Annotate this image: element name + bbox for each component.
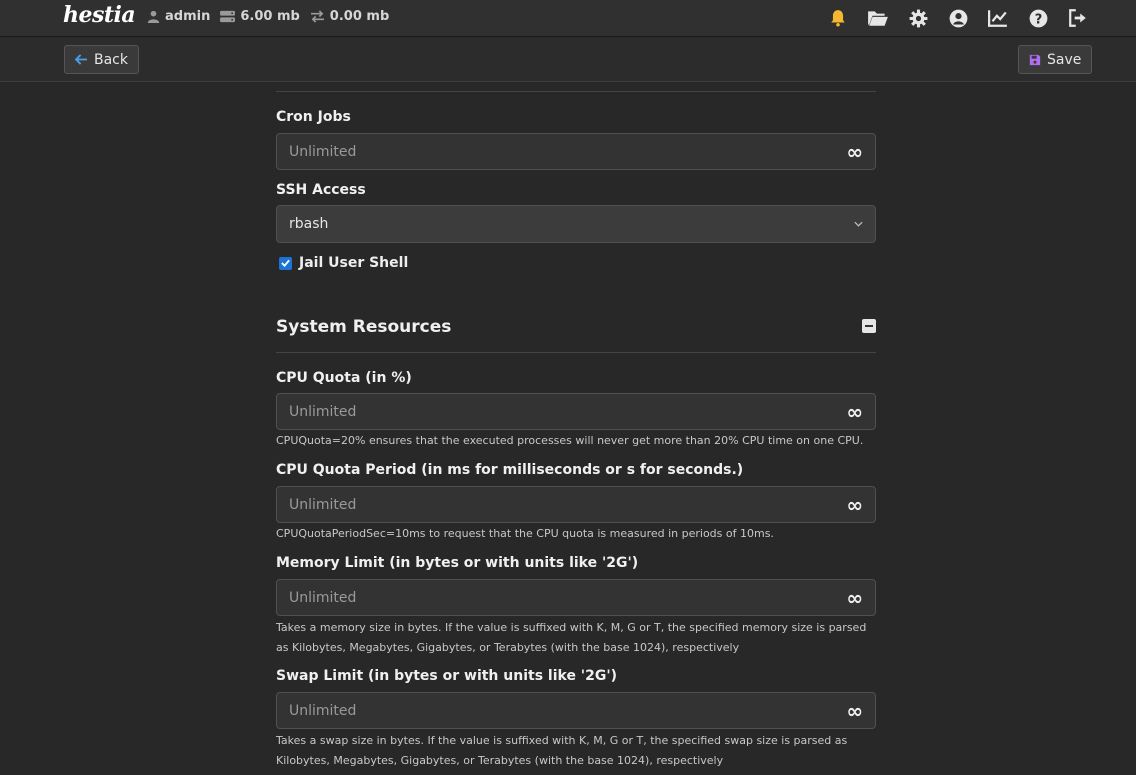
cpu-quota-help: CPUQuota=20% ensures that the executed p… xyxy=(276,434,864,447)
infinity-icon[interactable]: ∞ xyxy=(846,142,863,162)
system-resources-title: System Resources xyxy=(276,317,452,337)
infinity-icon[interactable]: ∞ xyxy=(846,701,863,721)
check-icon xyxy=(281,259,290,267)
save-button[interactable]: Save xyxy=(1018,45,1093,74)
account-stats: admin 6.00 mb 0.00 mb xyxy=(147,9,399,24)
cron-jobs-label: Cron Jobs xyxy=(276,109,351,125)
section-divider xyxy=(276,352,876,353)
ssh-access-value: rbash xyxy=(289,216,329,232)
cpu-quota-placeholder: Unlimited xyxy=(289,403,357,420)
memory-limit-input[interactable]: Unlimited ∞ xyxy=(276,579,876,616)
bell-icon[interactable] xyxy=(827,7,849,29)
svg-text:?: ? xyxy=(1034,12,1042,27)
swap-limit-label: Swap Limit (in bytes or with units like … xyxy=(276,668,618,684)
cpu-quota-period-placeholder: Unlimited xyxy=(289,496,357,513)
infinity-icon[interactable]: ∞ xyxy=(846,588,863,608)
cpu-quota-input[interactable]: Unlimited ∞ xyxy=(276,393,876,430)
user-stat[interactable]: admin xyxy=(147,9,210,24)
cpu-quota-label: CPU Quota (in %) xyxy=(276,370,412,386)
memory-limit-help: Takes a memory size in bytes. If the val… xyxy=(276,621,867,654)
jail-shell-checkbox[interactable] xyxy=(279,256,292,270)
bandwidth-stat: 0.00 mb xyxy=(310,9,389,24)
floppy-disk-icon xyxy=(1029,54,1041,65)
cpu-quota-period-label: CPU Quota Period (in ms for milliseconds… xyxy=(276,462,744,478)
ssh-access-label: SSH Access xyxy=(276,182,366,198)
memory-limit-label: Memory Limit (in bytes or with units lik… xyxy=(276,555,639,571)
action-bar: Back Save xyxy=(0,38,1136,82)
collapse-section-button[interactable] xyxy=(862,319,876,333)
infinity-icon[interactable]: ∞ xyxy=(846,402,863,422)
username: admin xyxy=(165,9,211,24)
memory-limit-placeholder: Unlimited xyxy=(289,589,357,606)
back-label: Back xyxy=(94,51,128,68)
cron-jobs-input[interactable]: Unlimited ∞ xyxy=(276,133,876,170)
user-circle-icon[interactable] xyxy=(947,7,969,29)
cpu-quota-period-help: CPUQuotaPeriodSec=10ms to request that t… xyxy=(276,527,774,540)
transfer-icon xyxy=(310,10,324,23)
back-button[interactable]: Back xyxy=(64,45,139,74)
bandwidth-usage: 0.00 mb xyxy=(329,9,390,24)
disk-stat: 6.00 mb xyxy=(220,9,300,24)
top-navbar: hestia admin 6.00 mb 0.00 mb ? xyxy=(0,0,1136,37)
user-icon xyxy=(147,10,160,23)
gear-icon[interactable] xyxy=(907,7,929,29)
save-label: Save xyxy=(1047,51,1082,68)
swap-limit-input[interactable]: Unlimited ∞ xyxy=(276,692,876,729)
hdd-icon xyxy=(220,10,236,23)
infinity-icon[interactable]: ∞ xyxy=(846,495,863,515)
cpu-quota-period-input[interactable]: Unlimited ∞ xyxy=(276,486,876,523)
top-icons: ? xyxy=(827,7,1089,29)
chart-line-icon[interactable] xyxy=(987,7,1009,29)
logout-icon[interactable] xyxy=(1067,7,1089,29)
hestia-logo[interactable]: hestia xyxy=(63,2,136,28)
chevron-down-icon xyxy=(854,221,863,227)
disk-usage: 6.00 mb xyxy=(240,9,300,24)
arrow-left-icon xyxy=(75,54,87,65)
ssh-access-select[interactable]: rbash xyxy=(276,205,876,243)
question-circle-icon[interactable]: ? xyxy=(1027,7,1049,29)
folder-open-icon[interactable] xyxy=(867,7,889,29)
swap-limit-placeholder: Unlimited xyxy=(289,702,357,719)
section-divider xyxy=(276,91,876,92)
jail-shell-row: Jail User Shell xyxy=(279,255,408,271)
jail-shell-label: Jail User Shell xyxy=(299,255,409,271)
cron-jobs-placeholder: Unlimited xyxy=(289,143,357,160)
swap-limit-help: Takes a swap size in bytes. If the value… xyxy=(276,734,848,767)
